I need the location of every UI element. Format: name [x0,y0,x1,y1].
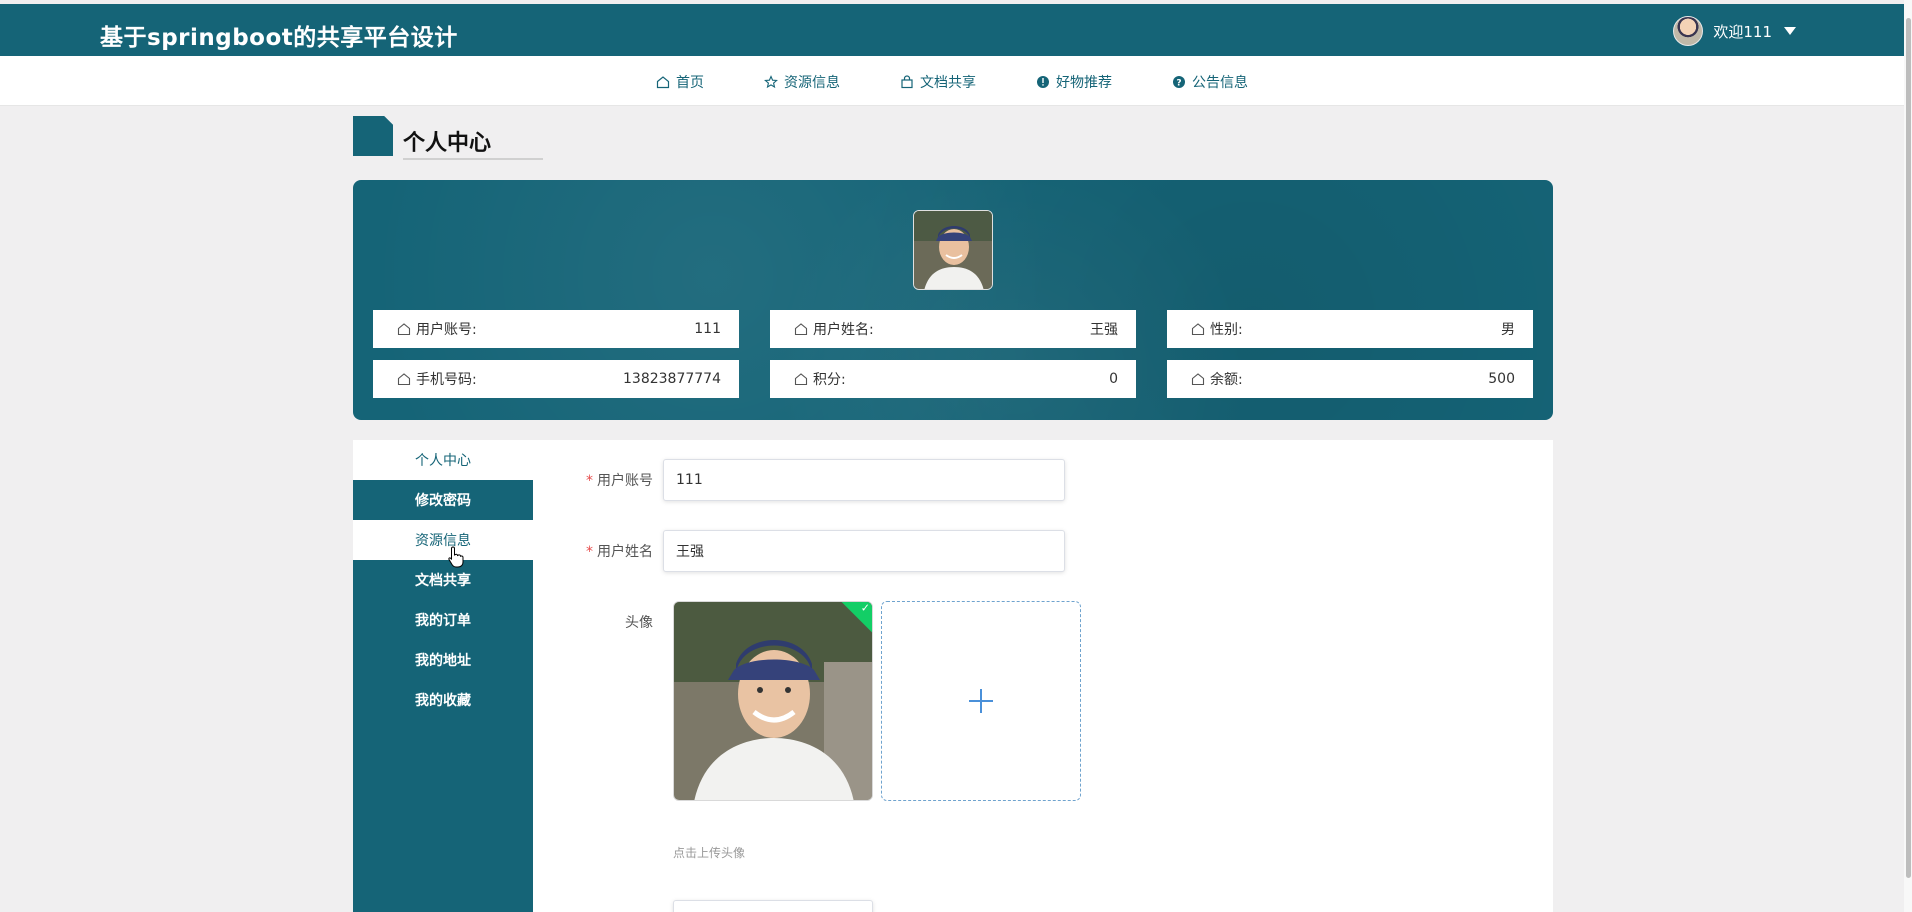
label-account: * 用户账号 [586,473,653,489]
info-label-gender: 性别: [1210,322,1243,338]
info-label-points: 积分: [813,372,846,388]
welcome-text[interactable]: 欢迎111 [1713,21,1772,42]
info-value-balance: 500 [1488,371,1515,387]
nav-item-resources[interactable]: 资源信息 [764,72,840,92]
name-input[interactable] [663,530,1065,572]
page-scrollbar[interactable] [1904,0,1912,912]
menu-item-orders[interactable]: 我的订单 [353,600,533,640]
home-icon [1191,323,1205,336]
info-account: 用户账号: 111 [373,310,739,348]
side-menu: 个人中心 修改密码 资源信息 文档共享 我的订单 我的地址 我的收藏 [353,440,533,912]
home-icon [397,323,411,336]
info-label-phone: 手机号码: [416,372,477,388]
upload-avatar-button[interactable] [881,601,1081,801]
info-value-points: 0 [1109,371,1118,387]
menu-item-docs[interactable]: 文档共享 [353,560,533,600]
question-icon: ? [1173,76,1185,89]
page-title: 个人中心 [403,131,492,156]
nav-item-docs[interactable]: 文档共享 [900,72,976,92]
info-label-balance: 余额: [1210,372,1243,388]
home-icon [656,76,670,89]
user-avatar[interactable] [1673,16,1704,46]
section-title: 个人中心 [353,116,553,160]
form-row-avatar: 头像 [553,612,663,632]
info-name: 用户姓名: 王强 [770,310,1136,348]
caret-down-icon[interactable] [1784,27,1796,35]
nav-item-notices[interactable]: ? 公告信息 [1172,72,1248,92]
next-form-field[interactable] [673,900,873,912]
form-row-name: * 用户姓名 [553,530,1065,572]
site-title: 基于springboot的共享平台设计 [100,25,458,51]
home-icon [794,323,808,336]
nav-label-docs: 文档共享 [920,75,976,91]
uploaded-avatar-preview[interactable]: ✓ [673,601,873,801]
info-icon [1037,76,1049,88]
hand-cursor-icon [447,546,465,572]
plus-icon [969,689,993,713]
title-decoration [353,116,393,156]
label-avatar: 头像 [625,615,653,631]
form-row-account: * 用户账号 [553,459,1065,501]
info-balance: 余额: 500 [1167,360,1533,398]
info-value-gender: 男 [1501,322,1515,338]
nav-item-recommend[interactable]: 好物推荐 [1036,72,1112,92]
svg-text:?: ? [1176,79,1181,89]
title-underline [403,158,543,160]
profile-card: 用户账号: 111 用户姓名: 王强 性别: 男 手机号码: 138238777… [353,180,1553,420]
nav-label-home: 首页 [676,75,704,91]
nav-label-notices: 公告信息 [1192,75,1248,91]
menu-item-address[interactable]: 我的地址 [353,640,533,680]
info-value-name: 王强 [1090,322,1118,338]
check-icon: ✓ [860,601,870,615]
account-input[interactable] [663,459,1065,501]
scrollbar-thumb[interactable] [1906,18,1911,878]
bag-icon [901,75,913,89]
nav-item-home[interactable]: 首页 [656,72,704,92]
info-label-name: 用户姓名: [813,322,874,338]
user-menu[interactable]: 欢迎111 [1673,16,1796,46]
home-icon [397,373,411,386]
home-icon [1191,373,1205,386]
main-navigation: 首页 资源信息 文档共享 好物推荐 ? 公告信息 [0,56,1906,106]
star-icon [764,75,778,89]
nav-label-recommend: 好物推荐 [1056,75,1112,91]
menu-item-profile[interactable]: 个人中心 [353,440,533,480]
info-points: 积分: 0 [770,360,1136,398]
info-gender: 性别: 男 [1167,310,1533,348]
profile-avatar [913,210,993,290]
info-label-account: 用户账号: [416,322,477,338]
upload-tip: 点击上传头像 [673,846,746,860]
label-name: * 用户姓名 [586,544,653,560]
menu-item-resources[interactable]: 资源信息 [353,520,533,560]
top-header-bar: 基于springboot的共享平台设计 欢迎111 [0,4,1906,56]
menu-item-favorites[interactable]: 我的收藏 [353,680,533,720]
home-icon [794,373,808,386]
menu-item-change-password[interactable]: 修改密码 [353,480,533,520]
info-value-phone: 13823877774 [623,371,721,387]
info-value-account: 111 [694,321,721,337]
nav-label-resources: 资源信息 [784,75,840,91]
info-phone: 手机号码: 13823877774 [373,360,739,398]
